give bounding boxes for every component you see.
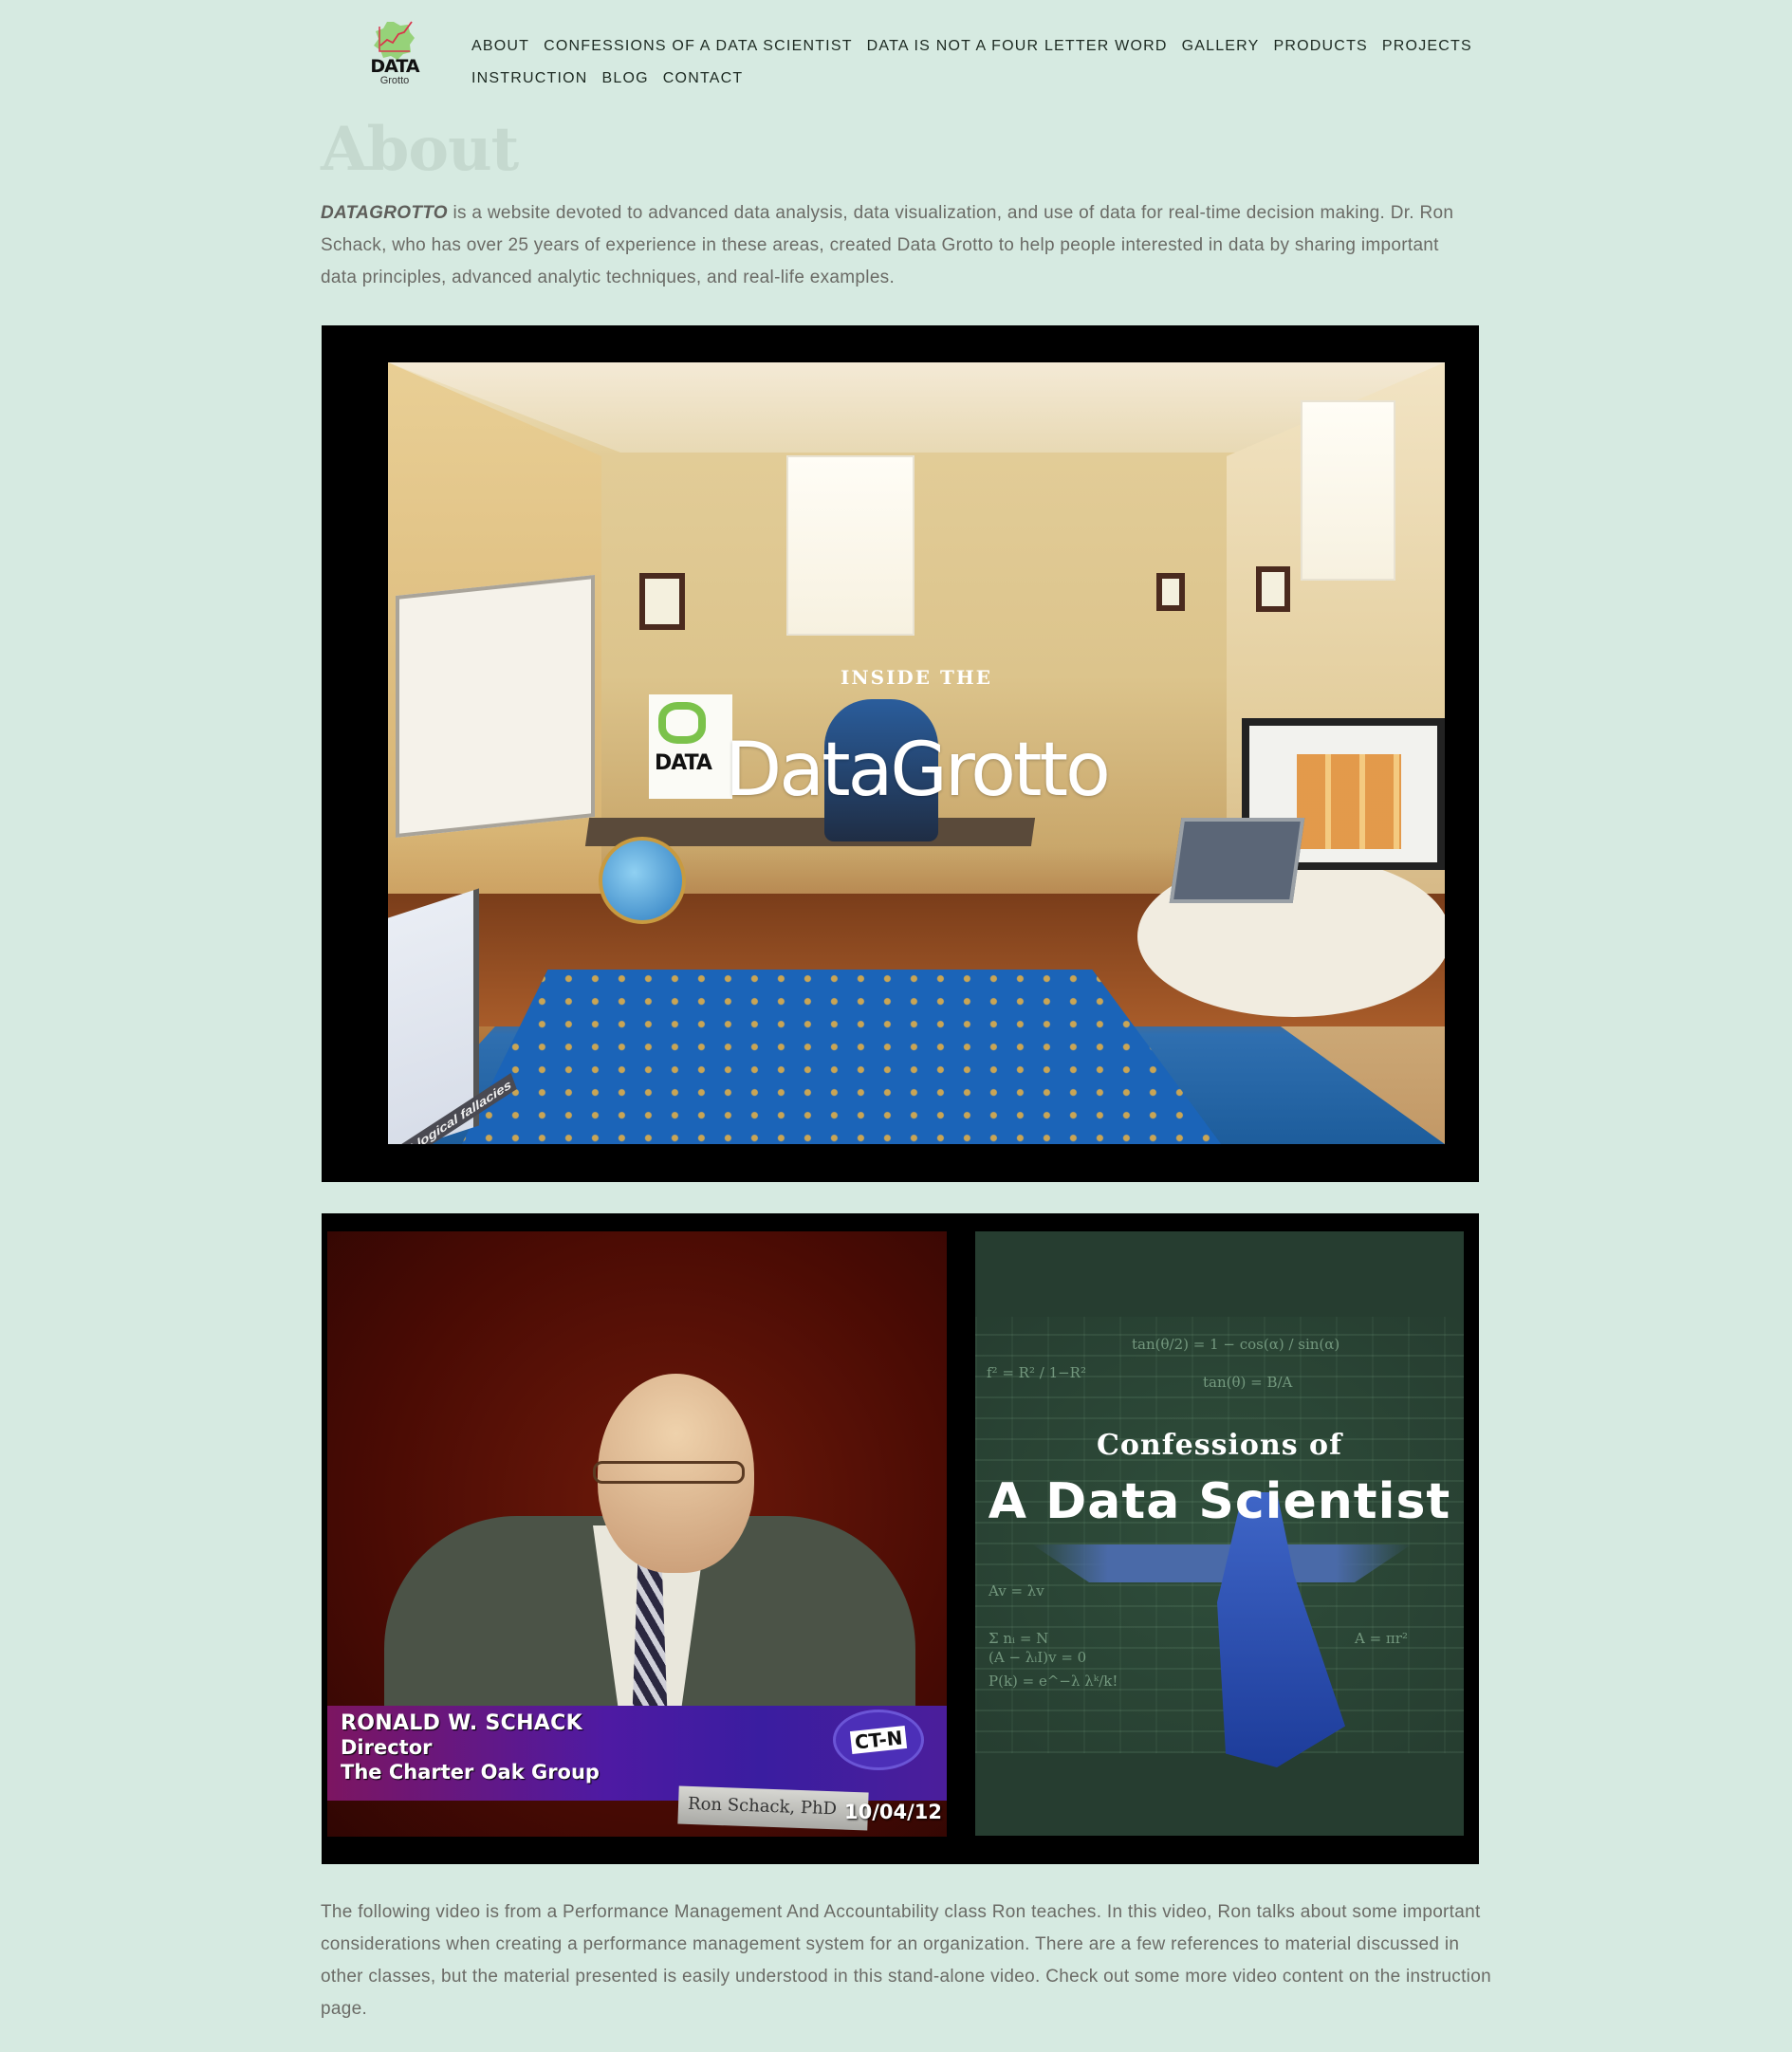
nav-row-2: Instruction Blog Contact bbox=[471, 63, 1458, 95]
nav-about[interactable]: About bbox=[471, 37, 529, 56]
photo-window-right bbox=[1301, 400, 1395, 581]
cover-equation: tan(θ/2) = 1 − cos(α) / sin(α) bbox=[1132, 1336, 1340, 1353]
cover-equation: Σ nᵢ = N bbox=[988, 1630, 1049, 1647]
thumb-glasses bbox=[593, 1461, 745, 1484]
thumb-nameplate: Ron Schack, PhD bbox=[677, 1785, 869, 1831]
thumb-date: 10/04/12 bbox=[844, 1801, 943, 1823]
cover-equation: tan(θ) = B/A bbox=[1203, 1374, 1293, 1391]
cover-equation: (A − λᵢI)v = 0 bbox=[988, 1649, 1087, 1666]
hero-image-frame: DATA mit logical fallacies INSIDE THE Da… bbox=[322, 325, 1479, 1182]
intro-text: is a website devoted to advanced data an… bbox=[321, 203, 1454, 287]
logo-chart-icon bbox=[374, 21, 415, 60]
cover-kicker: Confessions of bbox=[1097, 1429, 1342, 1462]
hero-kicker: INSIDE THE bbox=[840, 666, 992, 689]
confessions-cover[interactable]: f² = R² / 1−R² tan(θ/2) = 1 − cos(α) / s… bbox=[975, 1231, 1464, 1836]
cover-equation: P(k) = e^−λ λᵏ/k! bbox=[988, 1673, 1118, 1690]
photo-framed-art bbox=[1256, 566, 1290, 612]
logo-subtitle: Grotto bbox=[379, 75, 410, 86]
photo-laptop bbox=[1169, 818, 1305, 903]
nav-blog[interactable]: Blog bbox=[602, 69, 649, 88]
thumb-role: Director bbox=[341, 1736, 433, 1759]
photo-framed-award bbox=[1156, 573, 1185, 611]
thumb-org: The Charter Oak Group bbox=[341, 1761, 600, 1784]
main-nav: About Confessions of a Data Scientist Da… bbox=[471, 30, 1471, 95]
photo-fallacies-poster: mit logical fallacies bbox=[388, 888, 518, 1144]
photo-framed-diploma bbox=[639, 573, 685, 630]
office-photo: DATA mit logical fallacies INSIDE THE Da… bbox=[388, 362, 1445, 1144]
video-description: The following video is from a Performanc… bbox=[321, 1902, 1491, 2019]
photo-globe bbox=[599, 837, 686, 924]
site-header: DATA Grotto About Confessions of a Data … bbox=[0, 0, 1792, 104]
nav-instruction[interactable]: Instruction bbox=[471, 69, 588, 88]
intro-brand: DATAGROTTO bbox=[321, 203, 448, 223]
cover-equation: Av = λv bbox=[988, 1582, 1044, 1599]
nav-contact[interactable]: Contact bbox=[663, 69, 744, 88]
video-thumbnail[interactable]: RONALD W. SCHACK Director The Charter Oa… bbox=[327, 1231, 947, 1837]
ctn-logo-icon: CT-N bbox=[833, 1710, 924, 1770]
photo-window-center bbox=[786, 455, 914, 636]
nav-confessions[interactable]: Confessions of a Data Scientist bbox=[544, 37, 853, 56]
nav-data-not-four-letter-word[interactable]: Data is not a four letter word bbox=[867, 37, 1168, 56]
media-pair-frame: RONALD W. SCHACK Director The Charter Oa… bbox=[322, 1213, 1479, 1864]
cover-equation: A = πr² bbox=[1355, 1630, 1408, 1647]
nav-gallery[interactable]: Gallery bbox=[1182, 37, 1260, 56]
logo-wordmark: DATA bbox=[370, 56, 419, 77]
cover-equation: f² = R² / 1−R² bbox=[987, 1364, 1086, 1381]
cover-title: A Data Scientist bbox=[988, 1473, 1451, 1530]
intro-paragraph: DATAGROTTO is a website devoted to advan… bbox=[321, 197, 1478, 294]
cover-figure-arms bbox=[1032, 1544, 1412, 1582]
hero-title: DataGrotto bbox=[725, 728, 1111, 813]
nav-projects[interactable]: Projects bbox=[1382, 37, 1472, 56]
thumb-name: RONALD W. SCHACK bbox=[341, 1711, 582, 1735]
ctn-logo-text: CT-N bbox=[849, 1726, 908, 1754]
page-title: About bbox=[321, 114, 519, 185]
nav-products[interactable]: Products bbox=[1274, 37, 1368, 56]
nav-row-1: About Confessions of a Data Scientist Da… bbox=[471, 30, 1471, 63]
datagrotto-logo[interactable]: DATA Grotto bbox=[368, 17, 421, 91]
